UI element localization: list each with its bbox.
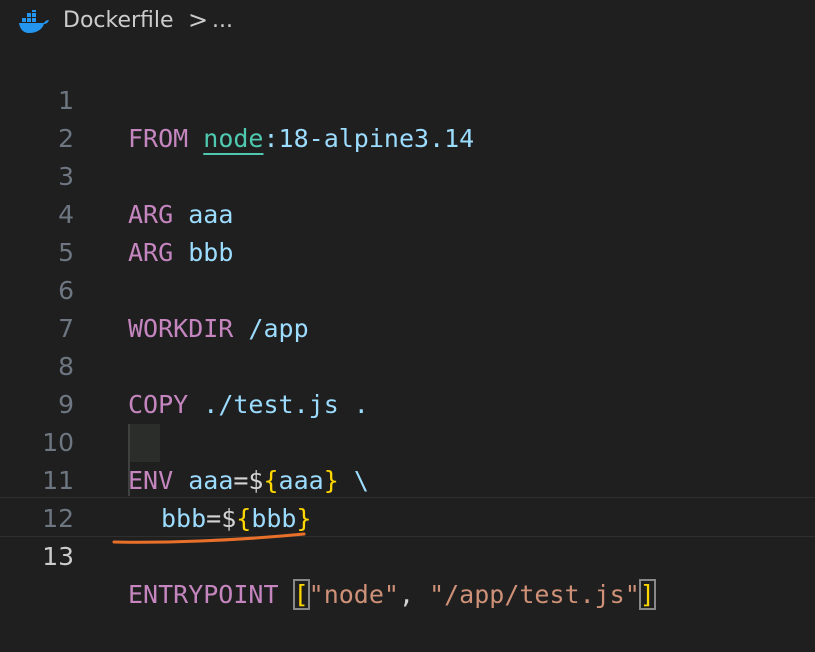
comma: ,	[398, 580, 430, 609]
code-line[interactable]: 9	[0, 348, 815, 419]
chevron-right-icon: >	[188, 6, 209, 34]
code-line[interactable]: 4 ARG bbb	[0, 158, 815, 267]
docker-icon	[19, 10, 49, 33]
breadcrumb-ellipsis[interactable]: ...	[212, 8, 233, 33]
code-line[interactable]: 12	[0, 462, 815, 533]
code-line[interactable]: 11 bbb=${bbb}	[0, 424, 815, 533]
breadcrumb: Dockerfile > ...	[0, 0, 815, 44]
code-line[interactable]: 1 FROM node:18-alpine3.14	[0, 44, 815, 153]
code-line[interactable]: 2	[0, 82, 815, 153]
code-line[interactable]: 10 ENV aaa=${aaa} \	[0, 386, 815, 495]
string: "/app/test.js"	[429, 580, 640, 609]
code-line[interactable]: 8 COPY ./test.js .	[0, 310, 815, 419]
string: "node"	[308, 580, 399, 609]
underline-annotation	[112, 532, 306, 544]
bracket-match: ]	[638, 579, 656, 610]
code-line[interactable]: 5	[0, 196, 815, 267]
keyword: ENTRYPOINT	[128, 580, 279, 609]
line-number: 13	[42, 542, 74, 571]
code-line[interactable]: 7	[0, 272, 815, 343]
breadcrumb-file[interactable]: Dockerfile	[63, 8, 174, 33]
code-line[interactable]: 6 WORKDIR /app	[0, 234, 815, 343]
code-line[interactable]: 3 ARG aaa	[0, 120, 815, 229]
bracket-match: [	[292, 579, 310, 610]
